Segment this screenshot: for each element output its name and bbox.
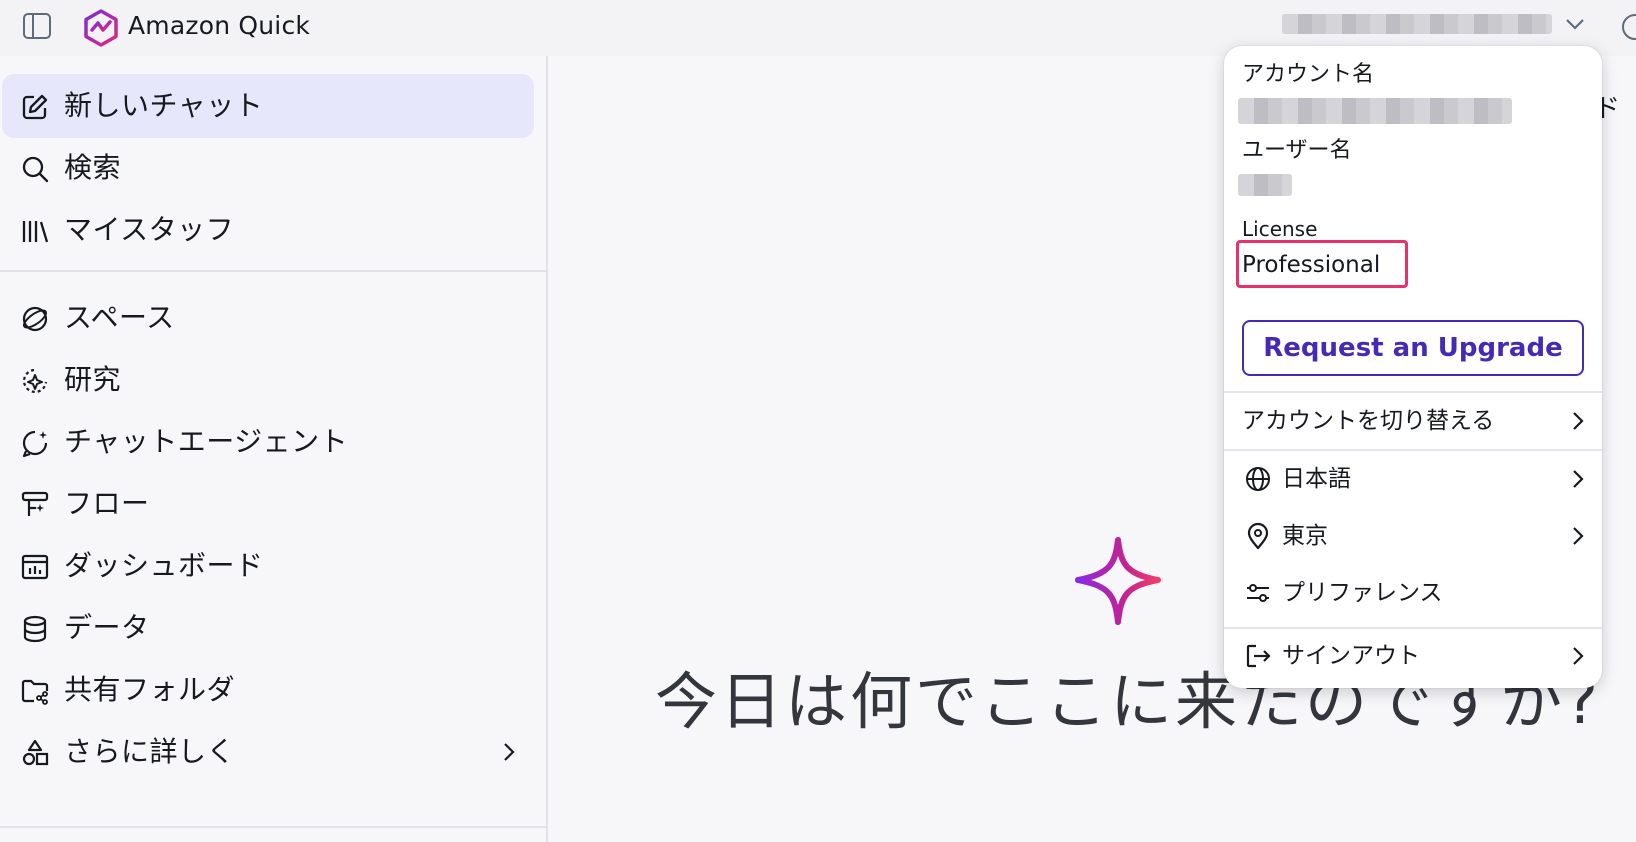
sidebar-item-search[interactable]: 検索 — [2, 136, 534, 200]
chevron-down-icon — [1566, 19, 1584, 30]
sign-out-label: サインアウト — [1282, 643, 1420, 669]
sidebar-item-new-chat[interactable]: 新しいチャット — [2, 74, 534, 138]
preferences-label: プリファレンス — [1282, 580, 1443, 606]
sidebar-item-chat-agents[interactable]: チャットエージェント — [2, 410, 534, 474]
redacted-account-id — [1282, 14, 1552, 34]
account-menu: アカウント名 ユーザー名 License Professional Reques… — [1224, 46, 1602, 688]
sidebar-item-research[interactable]: 研究 — [2, 348, 534, 412]
switch-account-item[interactable]: アカウントを切り替える — [1224, 393, 1602, 449]
sidebar-item-label: さらに詳しく — [64, 735, 236, 768]
sidebar-item-label: 共有フォルダ — [64, 673, 236, 706]
switch-account-label: アカウントを切り替える — [1242, 408, 1495, 434]
region-label: 東京 — [1282, 523, 1328, 549]
sidebar-item-my-stuff[interactable]: マイスタッフ — [2, 198, 534, 262]
license-value: Professional — [1242, 252, 1381, 278]
account-switcher[interactable] — [1282, 12, 1584, 38]
chevron-right-icon — [504, 743, 515, 761]
sidebar-item-label: フロー — [64, 487, 150, 520]
redacted-account-name — [1238, 98, 1512, 124]
sidebar-item-label: スペース — [64, 301, 175, 334]
sidebar-item-label: 研究 — [64, 363, 122, 396]
request-upgrade-button[interactable]: Request an Upgrade — [1242, 320, 1584, 376]
app-title: Amazon Quick — [128, 11, 311, 40]
sidebar-item-label: 新しいチャット — [64, 89, 264, 122]
region-item[interactable]: 東京 — [1224, 508, 1602, 564]
sidebar: 新しいチャット 検索 マイスタッフ スペース 研究 チャットエージェント フロー… — [0, 56, 548, 842]
search-icon — [22, 156, 49, 183]
sidebar-item-shared-folders[interactable]: 共有フォルダ — [2, 658, 534, 722]
research-icon — [22, 368, 48, 394]
sidebar-divider — [0, 826, 546, 828]
shapes-icon — [22, 739, 49, 766]
sign-out-icon — [1246, 644, 1271, 668]
chevron-right-icon — [1573, 412, 1584, 430]
flow-icon — [21, 491, 49, 516]
amazon-quick-logo — [84, 9, 118, 47]
sidebar-item-label: データ — [64, 611, 150, 644]
sidebar-item-data[interactable]: データ — [2, 596, 534, 660]
sidebar-item-label: 検索 — [64, 151, 122, 184]
sidebar-item-label: チャットエージェント — [64, 425, 349, 458]
edit-icon — [22, 94, 48, 120]
chevron-right-icon — [1573, 647, 1584, 665]
account-name-label: アカウント名 — [1242, 62, 1375, 87]
chat-agent-icon — [22, 430, 48, 458]
dashboard-icon — [21, 554, 49, 580]
database-icon — [23, 615, 47, 643]
sidebar-toggle-icon[interactable] — [22, 12, 52, 40]
sparkle-icon — [1075, 537, 1161, 625]
sidebar-divider — [0, 270, 546, 272]
sign-out-item[interactable]: サインアウト — [1224, 628, 1602, 684]
language-item[interactable]: 日本語 — [1224, 451, 1602, 507]
chevron-right-icon — [1573, 470, 1584, 488]
sidebar-item-flows[interactable]: フロー — [2, 472, 534, 536]
sidebar-item-dashboards[interactable]: ダッシュボード — [2, 534, 534, 598]
globe-icon — [1246, 467, 1270, 491]
sliders-icon — [1247, 584, 1269, 602]
chevron-right-icon — [1573, 527, 1584, 545]
library-icon — [22, 221, 49, 243]
spaces-icon — [22, 306, 48, 332]
sidebar-item-label: マイスタッフ — [64, 213, 235, 246]
preferences-item[interactable]: プリファレンス — [1224, 565, 1602, 621]
redacted-username — [1238, 174, 1292, 196]
sidebar-item-spaces[interactable]: スペース — [2, 286, 534, 350]
language-label: 日本語 — [1282, 466, 1351, 492]
sidebar-item-more[interactable]: さらに詳しく — [2, 720, 534, 784]
username-label: ユーザー名 — [1242, 138, 1352, 163]
shared-folder-icon — [21, 679, 49, 705]
help-icon[interactable] — [1620, 12, 1636, 42]
location-pin-icon — [1247, 522, 1269, 550]
sidebar-item-label: ダッシュボード — [64, 549, 264, 582]
